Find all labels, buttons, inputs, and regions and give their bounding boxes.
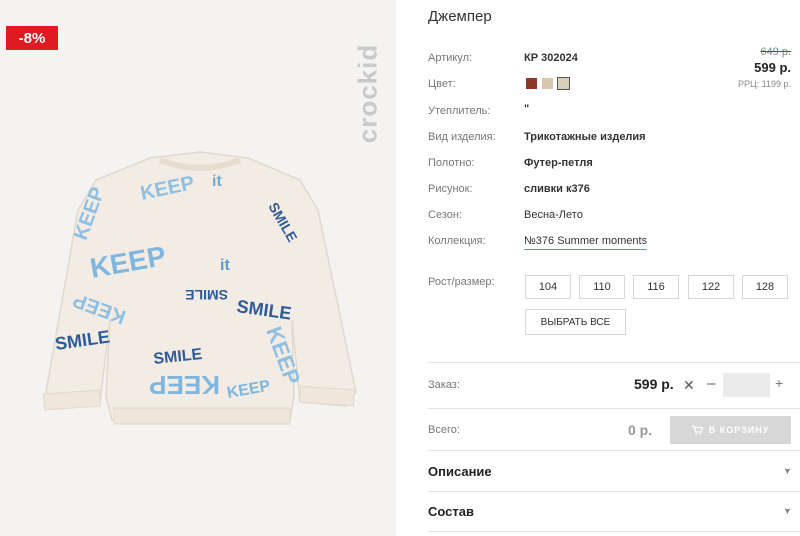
quantity-input[interactable] — [723, 373, 770, 397]
total-label: Всего: — [428, 424, 460, 436]
pattern-value: сливки к376 — [524, 183, 590, 195]
divider — [428, 531, 800, 532]
print-smile-1: SMILE — [185, 287, 228, 303]
insulation-value: " — [524, 103, 530, 115]
color-swatch-3-selected[interactable] — [557, 77, 570, 90]
print-it-1: it — [212, 173, 222, 190]
print-it-2: it — [220, 257, 230, 274]
old-price: 649 р. — [760, 46, 791, 58]
article-value: КР 302024 — [524, 52, 578, 64]
collection-link[interactable]: №376 Summer moments — [524, 235, 648, 250]
total-value: 0 р. — [628, 422, 653, 438]
size-option-110[interactable]: 110 — [579, 275, 625, 299]
brand-logo: crockid — [352, 43, 383, 143]
rrp-price: РРЦ: 1199 р. — [737, 79, 791, 89]
fabric-value: Футер-петля — [524, 157, 593, 169]
size-label: Рост/размер: — [428, 276, 495, 288]
clear-icon[interactable]: ✕ — [683, 377, 695, 394]
color-swatch-1[interactable] — [526, 78, 537, 89]
print-keep-3: KEEP — [149, 370, 220, 400]
insulation-label: Утеплитель: — [428, 105, 491, 117]
increment-button[interactable]: + — [775, 375, 783, 391]
size-option-122[interactable]: 122 — [688, 275, 734, 299]
divider — [428, 450, 800, 451]
product-title: Джемпер — [428, 8, 492, 25]
fabric-label: Полотно: — [428, 157, 475, 169]
cart-icon — [691, 425, 703, 435]
select-all-button[interactable]: ВЫБРАТЬ ВСЕ — [525, 309, 626, 335]
article-label: Артикул: — [428, 52, 473, 64]
size-option-104[interactable]: 104 — [525, 275, 571, 299]
product-photo[interactable]: KEEP it KEEP it SMILE SMILE SMILE SMILE … — [0, 0, 396, 536]
season-label: Сезон: — [428, 209, 462, 221]
divider — [428, 491, 800, 492]
collection-value[interactable]: №376 Summer moments — [524, 235, 648, 250]
chevron-down-icon[interactable]: ▼ — [783, 506, 792, 516]
season-value: Весна-Лето — [524, 209, 583, 221]
order-label: Заказ: — [428, 379, 460, 391]
add-to-cart-button[interactable]: В КОРЗИНУ — [670, 416, 791, 444]
color-label: Цвет: — [428, 78, 456, 90]
size-option-116[interactable]: 116 — [633, 275, 679, 299]
decrement-button[interactable]: – — [707, 375, 715, 392]
chevron-down-icon[interactable]: ▼ — [783, 466, 792, 476]
type-label: Вид изделия: — [428, 131, 496, 143]
add-to-cart-label: В КОРЗИНУ — [708, 425, 770, 435]
divider — [428, 362, 800, 363]
divider — [428, 408, 800, 409]
current-price: 599 р. — [754, 60, 791, 75]
pattern-label: Рисунок: — [428, 183, 473, 195]
order-price: 599 р. — [634, 376, 674, 392]
accordion-composition[interactable]: Состав — [428, 504, 474, 519]
accordion-description[interactable]: Описание — [428, 464, 492, 479]
sweatshirt-illustration: KEEP it KEEP it SMILE SMILE SMILE SMILE … — [42, 151, 357, 425]
color-swatch-2[interactable] — [542, 78, 553, 89]
size-option-128[interactable]: 128 — [742, 275, 788, 299]
collection-label: Коллекция: — [428, 235, 486, 247]
type-value: Трикотажные изделия — [524, 131, 646, 143]
discount-badge: -8% — [6, 26, 58, 50]
